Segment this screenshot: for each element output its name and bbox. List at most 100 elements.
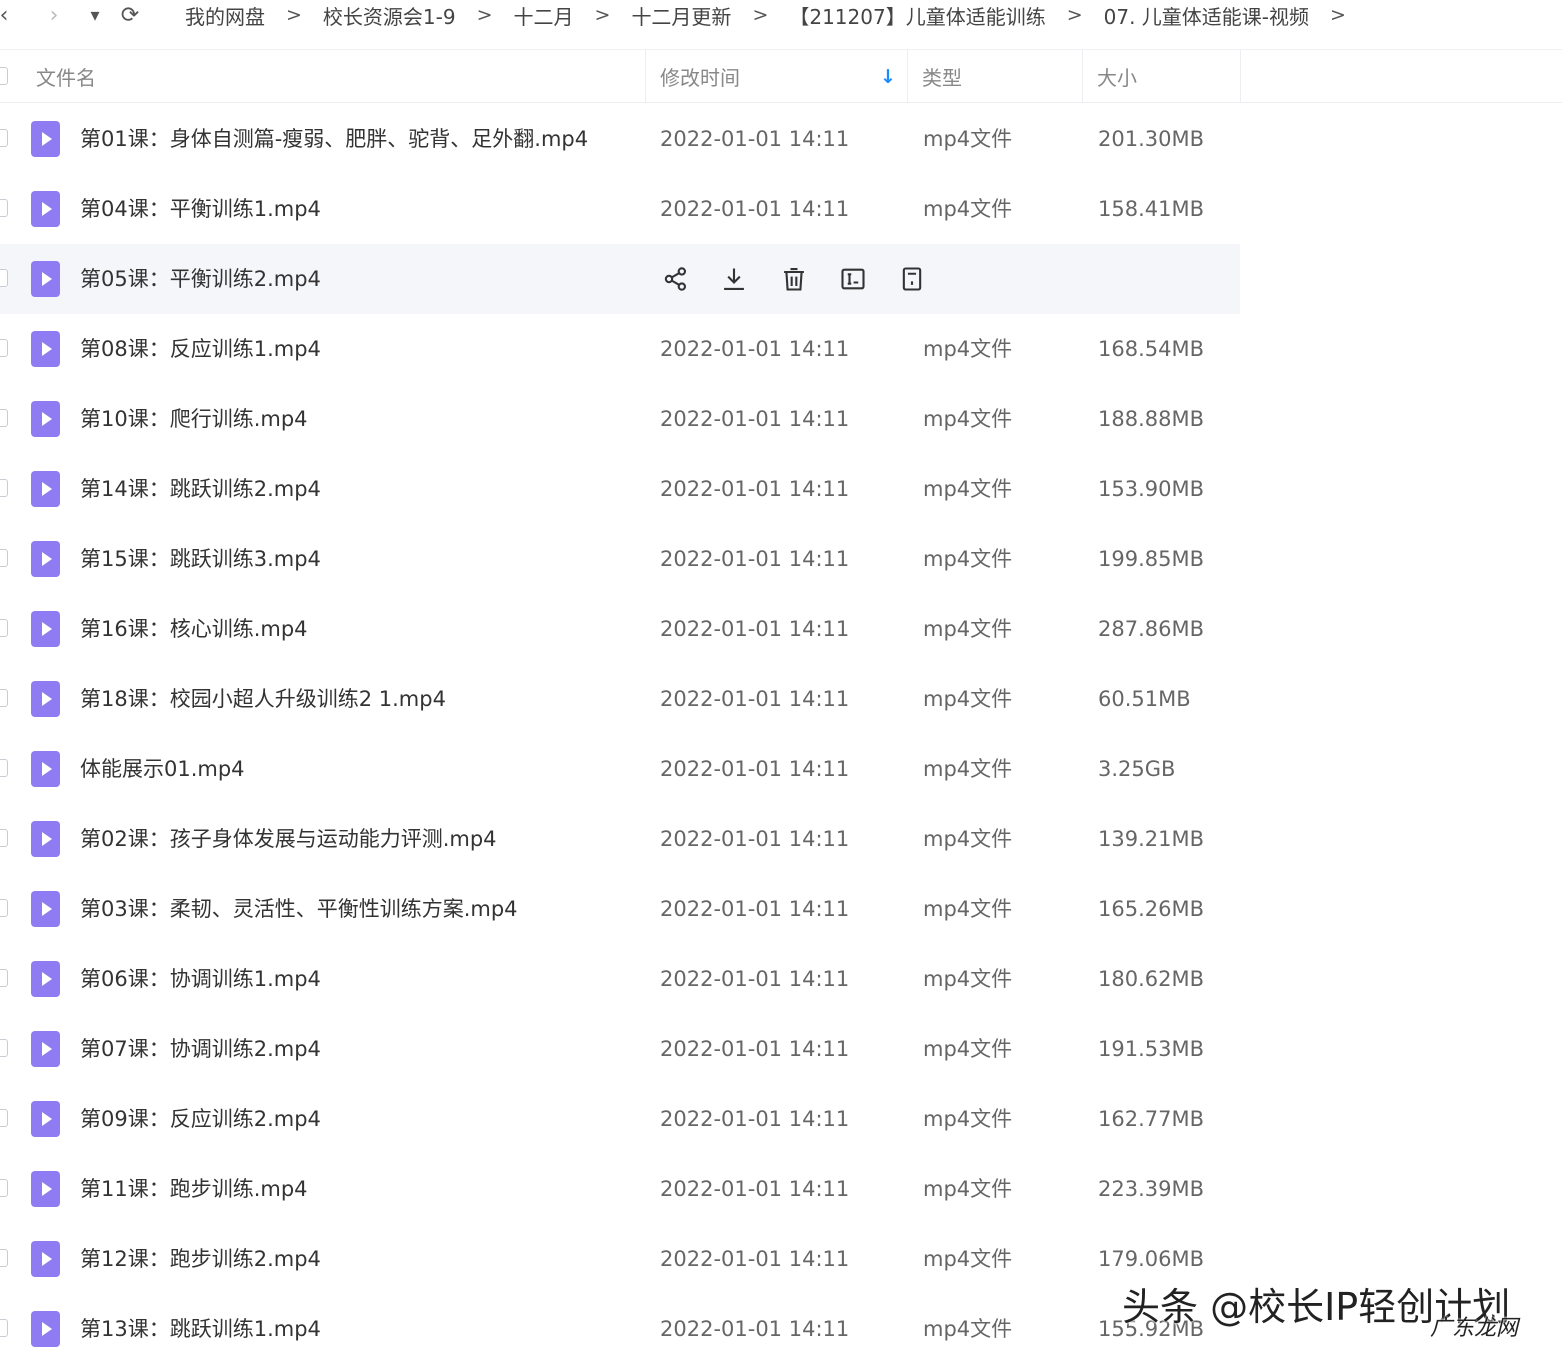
toolbar: ‹ › ▾ ⟳ 我的网盘 > 校长资源会1-9 > 十二月 > 十二月更新 > 【211207】… [0,0,1562,48]
column-header-type[interactable]: 类型 [922,50,1072,102]
row-checkbox[interactable] [0,829,8,847]
breadcrumb-separator-icon: > [1066,4,1083,26]
breadcrumb-item[interactable]: 我的网盘 [185,1,265,30]
table-row[interactable]: 第10课：爬行训练.mp4 2022-01-01 14:11 mp4文件 188.88… [0,384,1240,454]
row-checkbox[interactable] [0,409,8,427]
file-name[interactable]: 第03课：柔韧、灵活性、平衡性训练方案.mp4 [80,874,518,944]
file-name[interactable]: 第06课：协调训练1.mp4 [80,944,321,1014]
table-row[interactable]: 第13课：跳跃训练1.mp4 2022-01-01 14:11 mp4文件 155.9… [0,1294,1240,1364]
file-name[interactable]: 第14课：跳跃训练2.mp4 [80,454,321,524]
select-all-checkbox[interactable] [0,67,8,85]
table-row[interactable]: 第08课：反应训练1.mp4 2022-01-01 14:11 mp4文件 168.5… [0,314,1240,384]
file-name[interactable]: 第07课：协调训练2.mp4 [80,1014,321,1084]
table-row[interactable]: 体能展示01.mp4 2022-01-01 14:11 mp4文件 3.25GB [0,734,1240,804]
file-name[interactable]: 第05课：平衡训练2.mp4 [80,244,321,314]
row-checkbox[interactable] [0,339,8,357]
sort-descending-icon[interactable]: ↓ [880,66,896,88]
file-name[interactable]: 第12课：跑步训练2.mp4 [80,1224,321,1294]
row-checkbox[interactable] [0,689,8,707]
file-name[interactable]: 第13课：跳跃训练1.mp4 [80,1294,321,1364]
column-header-size[interactable]: 大小 [1097,50,1227,102]
video-file-icon [31,401,60,437]
table-row[interactable]: 第15课：跳跃训练3.mp4 2022-01-01 14:11 mp4文件 199.8… [0,524,1240,594]
file-type: mp4文件 [923,617,1013,641]
file-modified-time: 2022-01-01 14:11 [660,197,850,221]
breadcrumb-item[interactable]: 十二月 [514,1,574,30]
row-checkbox[interactable] [0,1319,8,1337]
row-checkbox[interactable] [0,269,8,287]
delete-icon[interactable] [778,261,810,297]
file-size: 191.53MB [1098,1037,1205,1061]
share-icon[interactable] [660,261,692,297]
file-modified-time: 2022-01-01 14:11 [660,547,850,571]
file-type: mp4文件 [923,477,1013,501]
forward-button[interactable]: › [44,0,64,30]
video-file-icon [31,821,60,857]
rename-icon[interactable] [837,261,869,297]
row-checkbox[interactable] [0,969,8,987]
file-modified-time: 2022-01-01 14:11 [660,1247,850,1271]
refresh-icon: ⟳ [120,2,140,28]
row-checkbox[interactable] [0,619,8,637]
breadcrumb-item[interactable]: 十二月更新 [631,1,731,30]
video-file-icon [31,751,60,787]
file-name[interactable]: 第08课：反应训练1.mp4 [80,314,321,384]
row-checkbox[interactable] [0,1039,8,1057]
row-checkbox[interactable] [0,199,8,217]
refresh-button[interactable]: ⟳ [118,0,142,30]
row-checkbox[interactable] [0,1109,8,1127]
column-header-modified[interactable]: 修改时间 [660,50,880,102]
breadcrumb-item[interactable]: 07. 儿童体适能课-视频 [1104,1,1309,30]
table-row[interactable]: 第14课：跳跃训练2.mp4 2022-01-01 14:11 mp4文件 153.9… [0,454,1240,524]
file-size: 287.86MB [1098,617,1205,641]
table-row[interactable]: 第02课：孩子身体发展与运动能力评测.mp4 2022-01-01 14:11 mp… [0,804,1240,874]
file-type: mp4文件 [923,897,1013,921]
table-row[interactable]: 第04课：平衡训练1.mp4 2022-01-01 14:11 mp4文件 158.4… [0,174,1240,244]
video-file-icon [31,611,60,647]
row-checkbox[interactable] [0,129,8,147]
table-row[interactable]: 第06课：协调训练1.mp4 2022-01-01 14:11 mp4文件 180.6… [0,944,1240,1014]
table-row[interactable]: 第11课：跑步训练.mp4 2022-01-01 14:11 mp4文件 223.39… [0,1154,1240,1224]
more-icon[interactable] [896,261,928,297]
table-row[interactable]: 第12课：跑步训练2.mp4 2022-01-01 14:11 mp4文件 179.0… [0,1224,1240,1294]
file-name[interactable]: 第18课：校园小超人升级训练2 1.mp4 [80,664,446,734]
table-row[interactable]: 第09课：反应训练2.mp4 2022-01-01 14:11 mp4文件 162.7… [0,1084,1240,1154]
row-checkbox[interactable] [0,479,8,497]
file-name[interactable]: 第11课：跑步训练.mp4 [80,1154,308,1224]
file-size: 180.62MB [1098,967,1205,991]
file-modified-time: 2022-01-01 14:11 [660,617,850,641]
table-row[interactable]: 第18课：校园小超人升级训练2 1.mp4 2022-01-01 14:11 mp4… [0,664,1240,734]
back-button[interactable]: ‹ [0,0,14,30]
file-name[interactable]: 第09课：反应训练2.mp4 [80,1084,321,1154]
table-row[interactable]: 第01课：身体自测篇-瘦弱、肥胖、驼背、足外翻.mp4 2022-01-01 14… [0,104,1240,174]
file-name[interactable]: 第15课：跳跃训练3.mp4 [80,524,321,594]
file-name[interactable]: 第04课：平衡训练1.mp4 [80,174,321,244]
video-file-icon [31,1171,60,1207]
file-modified-time: 2022-01-01 14:11 [660,337,850,361]
file-type: mp4文件 [923,547,1013,571]
file-name[interactable]: 体能展示01.mp4 [80,734,245,804]
row-checkbox[interactable] [0,549,8,567]
row-checkbox[interactable] [0,1179,8,1197]
file-name[interactable]: 第10课：爬行训练.mp4 [80,384,308,454]
table-row[interactable]: 第16课：核心训练.mp4 2022-01-01 14:11 mp4文件 287.86… [0,594,1240,664]
breadcrumb-item[interactable]: 校长资源会1-9 [323,1,456,30]
table-row[interactable]: 第05课：平衡训练2.mp4 [0,244,1240,314]
row-checkbox[interactable] [0,1249,8,1267]
file-name[interactable]: 第02课：孩子身体发展与运动能力评测.mp4 [80,804,497,874]
video-file-icon [31,1311,60,1347]
file-type: mp4文件 [923,1037,1013,1061]
table-row[interactable]: 第07课：协调训练2.mp4 2022-01-01 14:11 mp4文件 191.5… [0,1014,1240,1084]
download-icon[interactable] [718,261,750,297]
row-checkbox[interactable] [0,899,8,917]
history-dropdown-button[interactable]: ▾ [86,0,104,30]
breadcrumb: 我的网盘 > 校长资源会1-9 > 十二月 > 十二月更新 > 【211207】儿童体适能训练 >… [185,0,1367,30]
file-name[interactable]: 第01课：身体自测篇-瘦弱、肥胖、驼背、足外翻.mp4 [80,104,588,174]
column-header-name[interactable]: 文件名 [36,50,636,102]
row-checkbox[interactable] [0,759,8,777]
file-name[interactable]: 第16课：核心训练.mp4 [80,594,308,664]
table-row[interactable]: 第03课：柔韧、灵活性、平衡性训练方案.mp4 2022-01-01 14:11 m… [0,874,1240,944]
file-modified-time: 2022-01-01 14:11 [660,687,850,711]
breadcrumb-item[interactable]: 【211207】儿童体适能训练 [789,1,1045,30]
video-file-icon [31,961,60,997]
